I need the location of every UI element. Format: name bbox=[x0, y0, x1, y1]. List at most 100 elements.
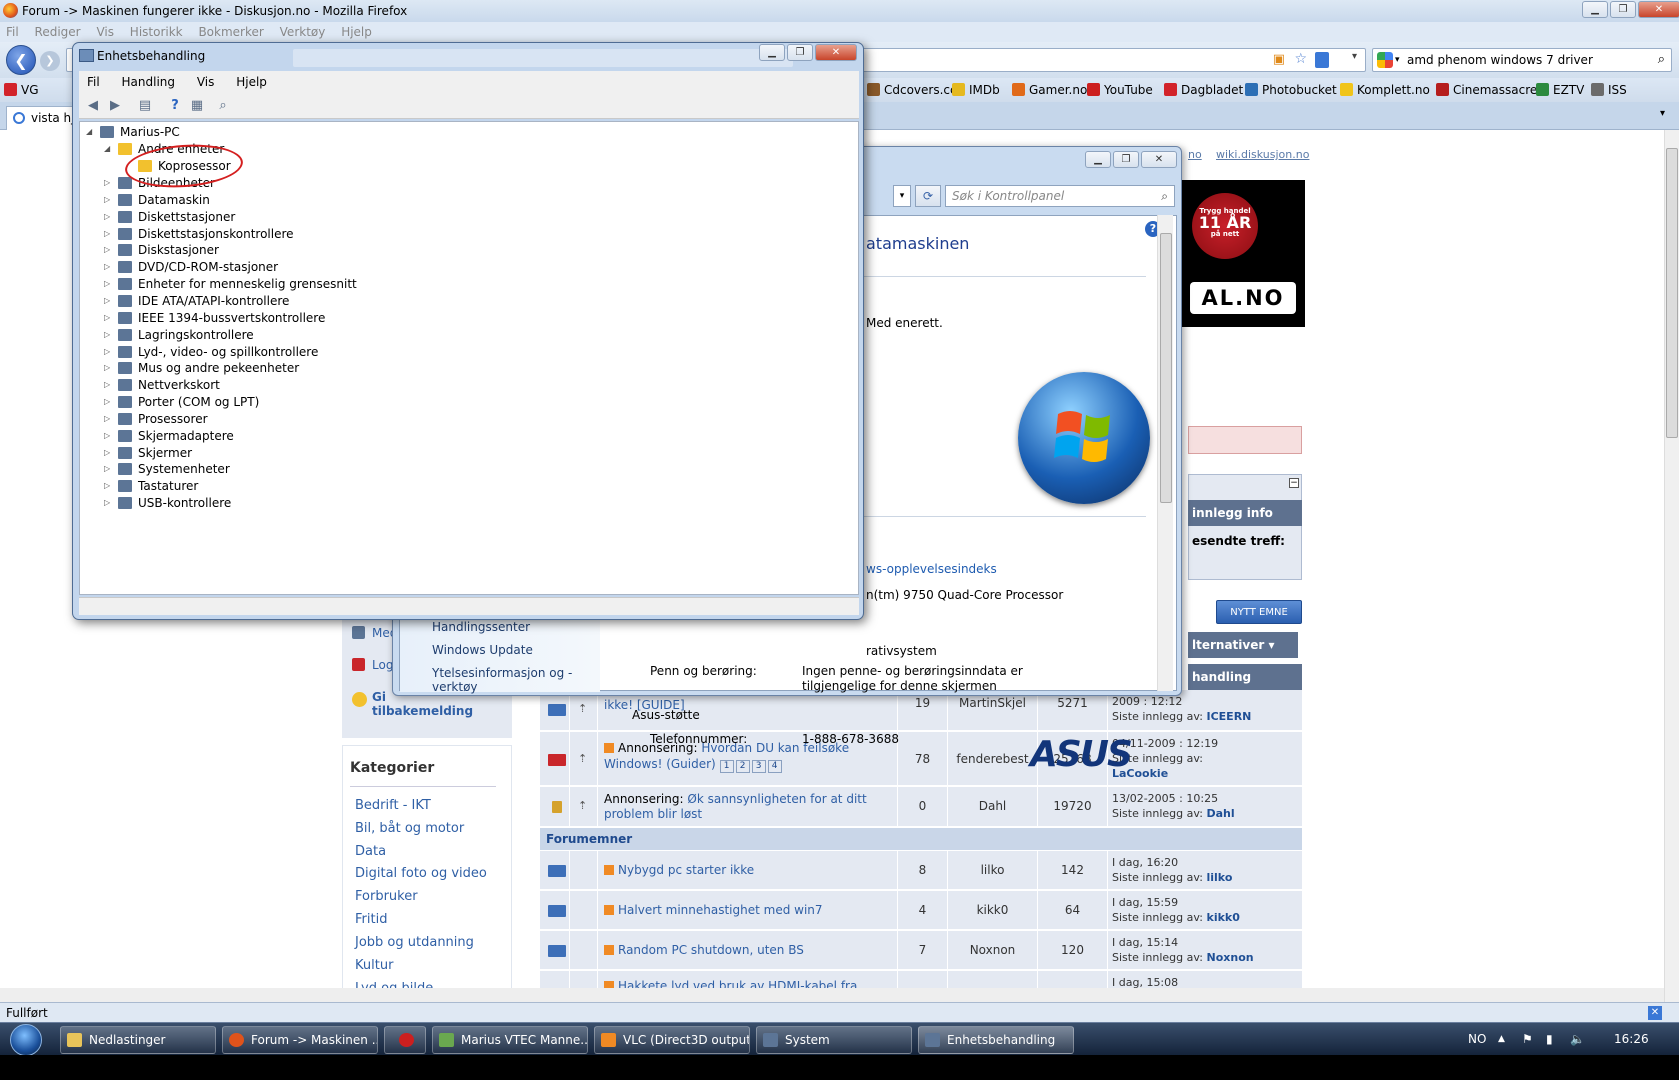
search-input[interactable]: ▾ amd phenom windows 7 driver ⌕ bbox=[1372, 48, 1672, 72]
last-poster[interactable]: ICEERN bbox=[1207, 710, 1252, 723]
close-button[interactable]: ✕ bbox=[1141, 151, 1177, 168]
tree-node-category[interactable]: ▷ Lagringskontrollere bbox=[104, 327, 254, 343]
taskbar-item[interactable]: VLC (Direct3D output) bbox=[594, 1026, 750, 1054]
menu-fil[interactable]: Fil bbox=[87, 75, 100, 89]
collapse-icon[interactable]: − bbox=[1289, 478, 1299, 488]
logout-link[interactable]: Log bbox=[372, 658, 393, 672]
minimize-button[interactable]: ▁ bbox=[1582, 1, 1608, 18]
menu-historikk[interactable]: Historikk bbox=[130, 25, 183, 39]
top-link-wiki[interactable]: wiki.diskusjon.no bbox=[1216, 148, 1309, 161]
properties-icon[interactable]: ▦ bbox=[189, 98, 205, 114]
last-poster[interactable]: lilko bbox=[1207, 871, 1233, 884]
table-row[interactable]: ⇡ Annonsering: Øk sannsynligheten for at… bbox=[540, 787, 1302, 827]
close-button[interactable]: ✕ bbox=[1638, 1, 1679, 18]
tree-node-category[interactable]: ▷ DVD/CD-ROM-stasjoner bbox=[104, 259, 278, 275]
tray-expand-icon[interactable]: ▲ bbox=[1498, 1023, 1505, 1056]
search-icon[interactable]: ⌕ bbox=[1161, 186, 1168, 206]
network-icon[interactable]: ▮ bbox=[1546, 1023, 1553, 1056]
tree-node-category[interactable]: ▷ Skjermer bbox=[104, 445, 192, 461]
tree-node-category[interactable]: ▷ Diskettstasjonskontrollere bbox=[104, 226, 294, 242]
author[interactable]: fenderebest bbox=[948, 732, 1038, 785]
bookmark-cinemassacre[interactable]: Cinemassacre bbox=[1436, 78, 1537, 102]
expand-icon[interactable]: ▷ bbox=[104, 377, 112, 393]
language-indicator[interactable]: NO bbox=[1468, 1023, 1486, 1056]
expand-icon[interactable]: ▷ bbox=[104, 175, 112, 191]
collapse-icon[interactable]: ◢ bbox=[104, 141, 112, 157]
author[interactable]: Dahl bbox=[948, 787, 1038, 826]
bookmark-komplett[interactable]: Komplett.no bbox=[1340, 78, 1430, 102]
expand-icon[interactable]: ▷ bbox=[104, 310, 112, 326]
last-poster[interactable]: kikk0 bbox=[1207, 911, 1240, 924]
menu-verktoy[interactable]: Verktøy bbox=[280, 25, 326, 39]
tree-node-category[interactable]: ▷ Datamaskin bbox=[104, 192, 210, 208]
tree-node-category[interactable]: ▷ Enheter for menneskelig grensesnitt bbox=[104, 276, 357, 292]
bookmark-dagbladet[interactable]: Dagbladet bbox=[1164, 78, 1243, 102]
bookmark-youtube[interactable]: YouTube bbox=[1087, 78, 1153, 102]
expand-icon[interactable]: ▷ bbox=[104, 192, 112, 208]
tree-root[interactable]: ◢ Marius-PC bbox=[86, 124, 180, 140]
maximize-button[interactable]: ❐ bbox=[787, 44, 813, 61]
tree-node-category[interactable]: ▷ IDE ATA/ATAPI-kontrollere bbox=[104, 293, 289, 309]
table-row[interactable]: Halvert minnehastighet med win7 4 kikk0 … bbox=[540, 891, 1302, 930]
scan-hardware-icon[interactable]: ⌕ bbox=[215, 98, 231, 114]
tree-node-category[interactable]: ▷ Diskettstasjoner bbox=[104, 209, 235, 225]
nav-link[interactable]: Ytelsesinformasjon og -verktøy bbox=[432, 666, 600, 694]
page-link[interactable]: 4 bbox=[767, 760, 782, 773]
top-link-no[interactable]: no bbox=[1188, 148, 1202, 161]
start-button[interactable] bbox=[6, 1023, 46, 1056]
category-link[interactable]: Data bbox=[355, 844, 386, 859]
taskbar-item[interactable]: Forum -> Maskinen ... bbox=[222, 1026, 378, 1054]
last-poster[interactable]: Noxnon bbox=[1207, 951, 1254, 964]
addon-icon[interactable]: ✕ bbox=[1648, 1006, 1662, 1020]
bookmark-gamer[interactable]: Gamer.no bbox=[1012, 78, 1087, 102]
close-button[interactable]: ✕ bbox=[815, 44, 857, 61]
tree-node-category[interactable]: ▷ Diskstasjoner bbox=[104, 242, 219, 258]
horizontal-scrollbar[interactable] bbox=[0, 988, 1664, 1002]
bookmark-vg[interactable]: VG bbox=[4, 78, 39, 102]
author[interactable]: kikk0 bbox=[948, 891, 1038, 929]
content-scrollbar[interactable] bbox=[1157, 215, 1173, 691]
taskbar-item[interactable]: Marius VTEC Manne... bbox=[432, 1026, 588, 1054]
tree-node-category[interactable]: ▷ Mus og andre pekeenheter bbox=[104, 360, 299, 376]
menu-hjelp[interactable]: Hjelp bbox=[341, 25, 372, 39]
expand-icon[interactable]: ▷ bbox=[104, 461, 112, 477]
tree-node-category[interactable]: ▷ Systemenheter bbox=[104, 461, 230, 477]
taskbar-item-opera[interactable] bbox=[384, 1026, 426, 1054]
topic-link[interactable]: Nybygd pc starter ikke bbox=[618, 863, 754, 877]
menu-vis[interactable]: Vis bbox=[96, 25, 114, 39]
nav-link[interactable]: Handlingssenter bbox=[432, 620, 530, 634]
rss-icon[interactable]: ▣ bbox=[1273, 52, 1285, 67]
bookmark-iss[interactable]: ISS bbox=[1591, 78, 1627, 102]
expand-icon[interactable]: ▷ bbox=[104, 411, 112, 427]
menu-vis[interactable]: Vis bbox=[197, 75, 215, 89]
menu-bokmerker[interactable]: Bokmerker bbox=[198, 25, 263, 39]
maximize-button[interactable]: ❐ bbox=[1610, 1, 1636, 18]
last-poster[interactable]: Dahl bbox=[1207, 807, 1235, 820]
collapse-icon[interactable]: ◢ bbox=[86, 124, 94, 140]
forward-icon[interactable]: ▶ bbox=[107, 98, 123, 114]
category-link[interactable]: Forbruker bbox=[355, 889, 418, 904]
tree-node-category[interactable]: ▷ Porter (COM og LPT) bbox=[104, 394, 259, 410]
volume-icon[interactable]: 🔈 bbox=[1570, 1023, 1585, 1056]
minimize-button[interactable]: ▁ bbox=[759, 44, 785, 61]
menu-rediger[interactable]: Rediger bbox=[35, 25, 81, 39]
performance-index-link[interactable]: ws-opplevelsesindeks bbox=[866, 562, 997, 576]
category-link[interactable]: Jobb og utdanning bbox=[355, 935, 474, 950]
expand-icon[interactable]: ▷ bbox=[104, 242, 112, 258]
tree-node-category[interactable]: ▷ Nettverkskort bbox=[104, 377, 220, 393]
tree-node-category[interactable]: ▷ IEEE 1394-bussvertskontrollere bbox=[104, 310, 325, 326]
expand-icon[interactable]: ▷ bbox=[104, 360, 112, 376]
category-link[interactable]: Kultur bbox=[355, 958, 393, 973]
tree-node-category[interactable]: ▷ Prosessorer bbox=[104, 411, 208, 427]
expand-icon[interactable]: ▷ bbox=[104, 327, 112, 343]
tab-list-icon[interactable]: ▾ bbox=[1660, 108, 1665, 119]
page-scrollbar[interactable] bbox=[1664, 130, 1679, 1002]
bookmark-imdb[interactable]: IMDb bbox=[952, 78, 1000, 102]
taskbar-item[interactable]: Nedlastinger bbox=[60, 1026, 216, 1054]
action-center-icon[interactable]: ⚑ bbox=[1522, 1023, 1533, 1056]
page-link[interactable]: 3 bbox=[751, 760, 766, 773]
expand-icon[interactable]: ▷ bbox=[104, 276, 112, 292]
scrollbar-thumb[interactable] bbox=[1160, 233, 1172, 503]
forward-button[interactable]: ❯ bbox=[40, 51, 60, 71]
help-icon[interactable]: ? bbox=[167, 98, 183, 114]
